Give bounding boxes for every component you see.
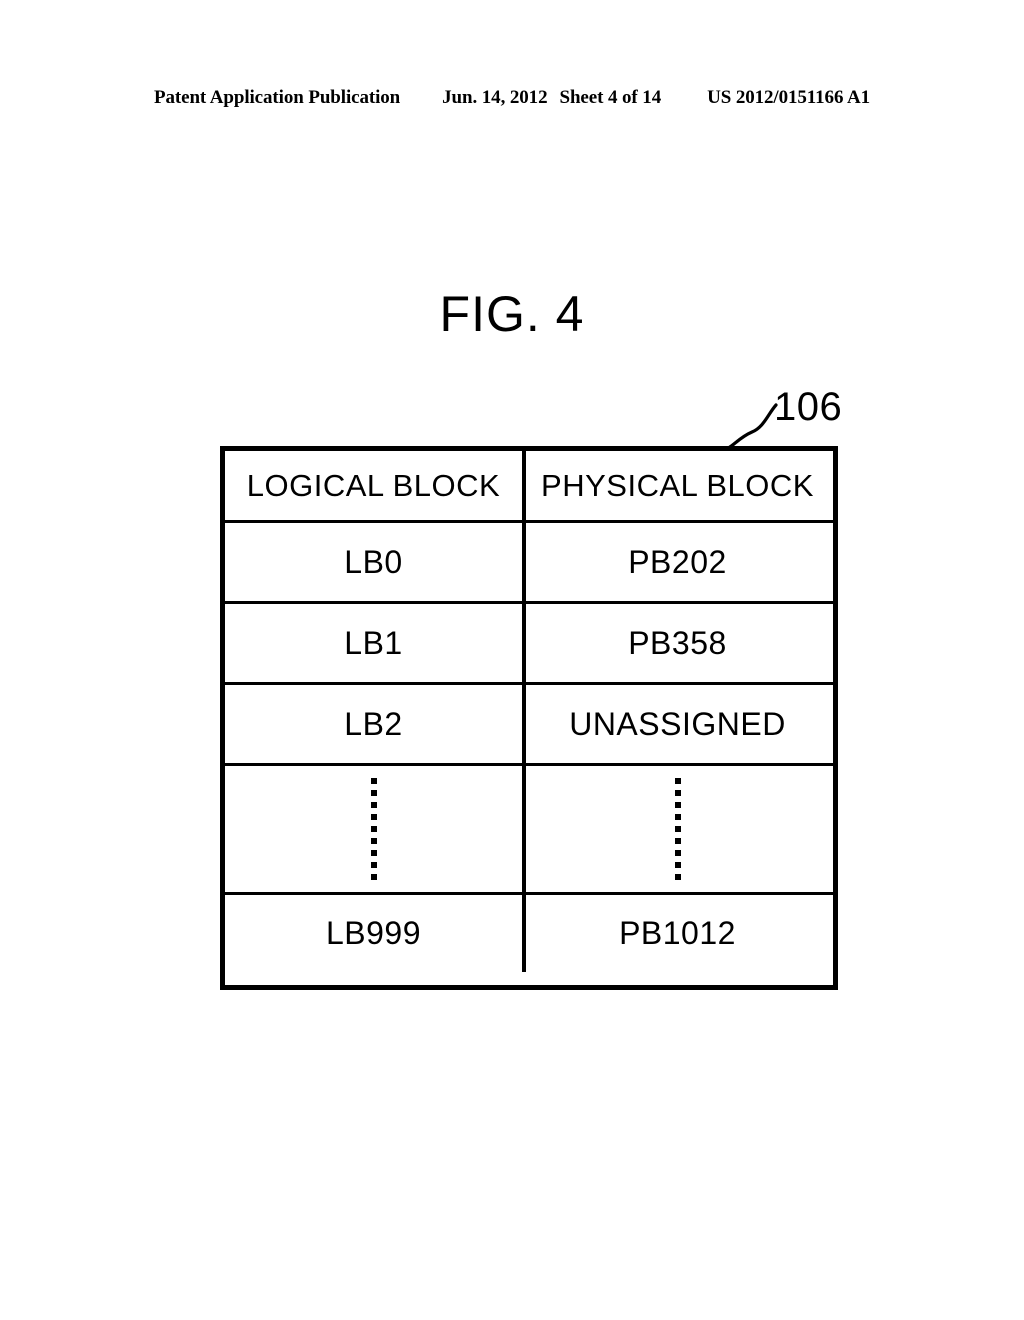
- publication-date: Jun. 14, 2012: [442, 87, 548, 108]
- table-header-row: LOGICAL BLOCK PHYSICAL BLOCK: [225, 451, 833, 523]
- cell-logical-block: LB2: [225, 685, 526, 763]
- cell-physical-block: PB1012: [619, 915, 736, 951]
- vertical-ellipsis-icon: [370, 778, 377, 880]
- cell-physical-block: PB202: [628, 543, 727, 580]
- table-row: LB1 PB358: [225, 604, 833, 685]
- publication-type: Patent Application Publication: [154, 87, 401, 108]
- table-row-ellipsis: [225, 766, 833, 895]
- publication-header: Patent Application Publication Jun. 14, …: [0, 84, 1024, 112]
- patent-number: US 2012/0151166 A1: [707, 87, 870, 108]
- table-row: LB999 PB1012: [225, 895, 833, 972]
- logical-physical-mapping-table: LOGICAL BLOCK PHYSICAL BLOCK LB0 PB202 L…: [220, 446, 838, 990]
- vertical-ellipsis-icon: [674, 778, 681, 880]
- figure-title: FIG. 4: [439, 286, 585, 342]
- cell-physical-block: PB358: [628, 624, 727, 661]
- column-header-physical-block: PHYSICAL BLOCK: [541, 467, 814, 503]
- cell-physical-block: UNASSIGNED: [569, 705, 786, 742]
- cell-logical-block: LB999: [225, 895, 526, 972]
- cell-logical-block: LB0: [225, 523, 526, 601]
- cell-logical-block-ellipsis: [225, 766, 526, 892]
- leader-line-icon: [722, 403, 778, 452]
- table-row: LB0 PB202: [225, 523, 833, 604]
- table-row: LB2 UNASSIGNED: [225, 685, 833, 766]
- cell-physical-block-ellipsis: [526, 766, 829, 892]
- sheet-number: Sheet 4 of 14: [559, 87, 662, 108]
- column-header-logical-block: LOGICAL BLOCK: [225, 451, 526, 520]
- cell-logical-block: LB1: [225, 604, 526, 682]
